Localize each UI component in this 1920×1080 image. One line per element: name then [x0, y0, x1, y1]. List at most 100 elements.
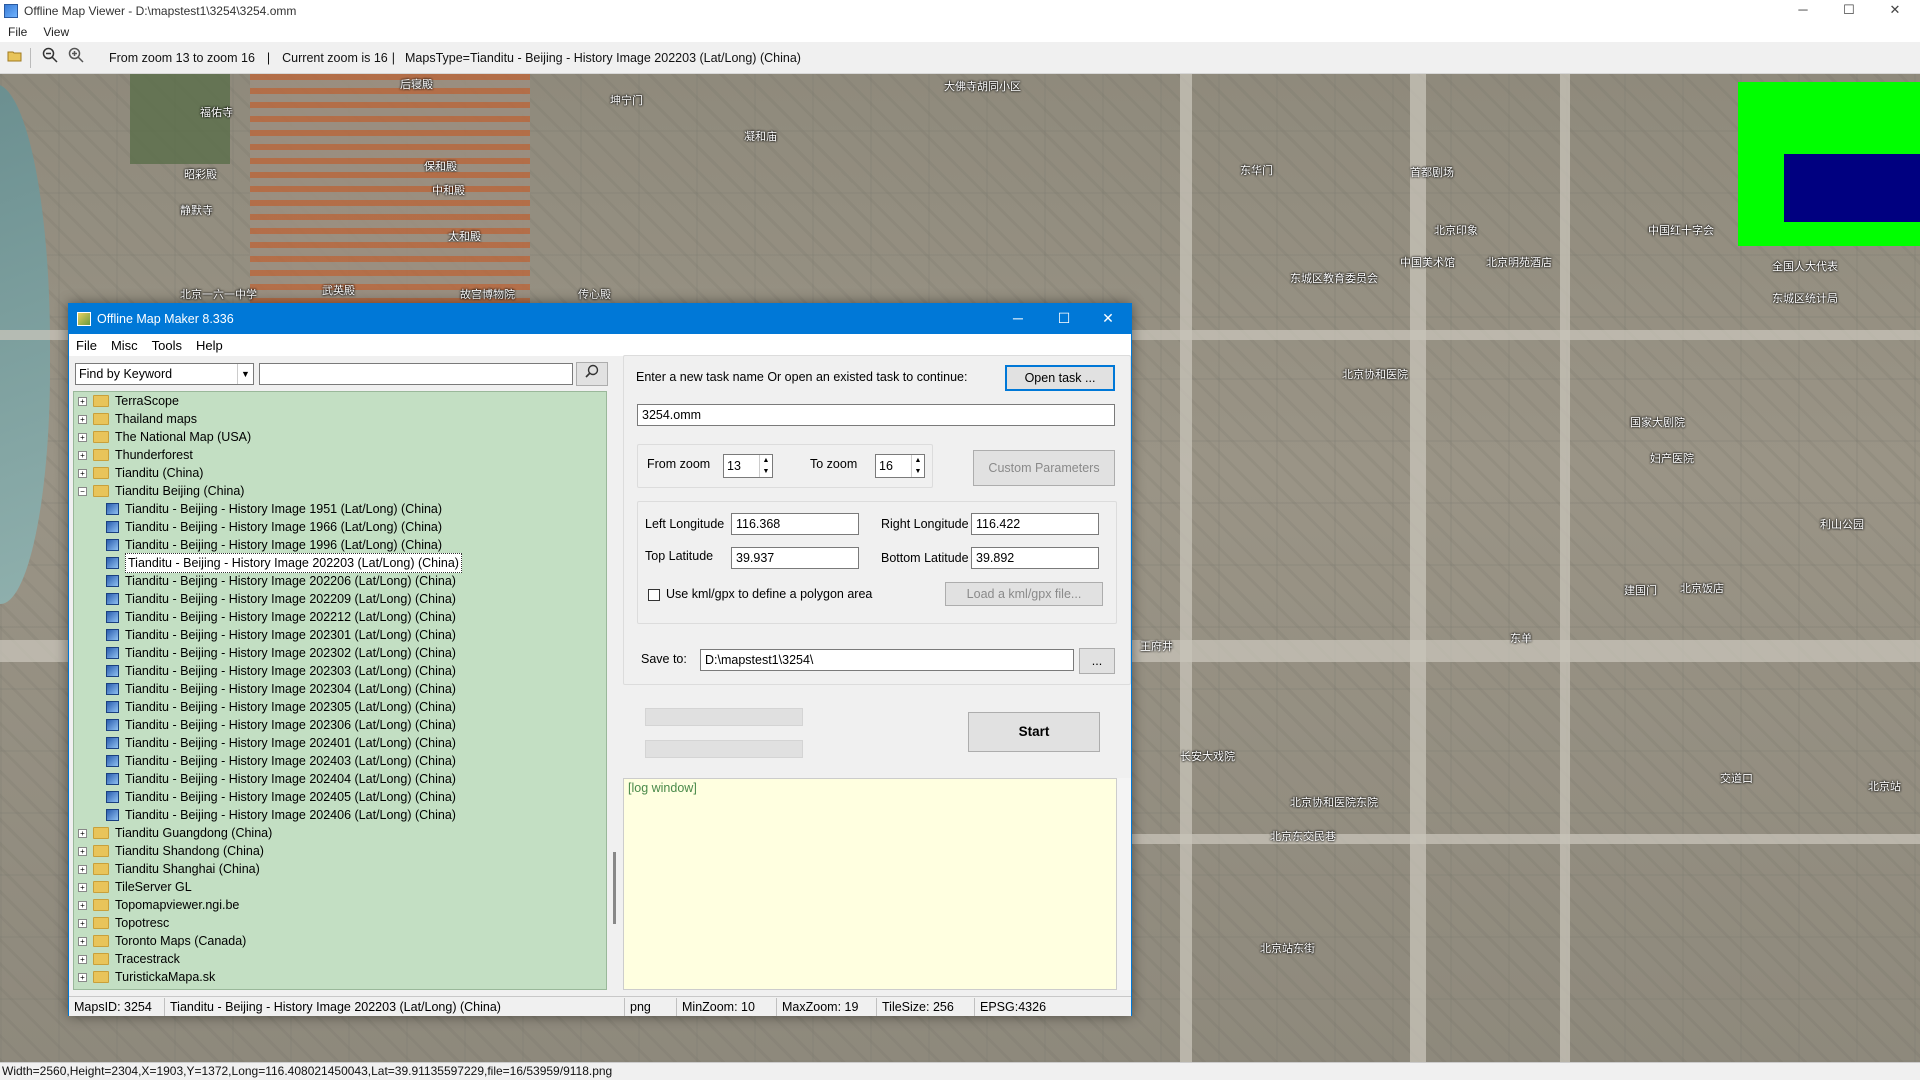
tree-map-item[interactable]: Tianditu - Beijing - History Image 20230…	[106, 662, 456, 680]
right-longitude-input[interactable]: 116.422	[971, 513, 1099, 535]
zoom-in-icon[interactable]	[65, 47, 87, 69]
folder-icon	[93, 881, 109, 893]
maker-menu-tools[interactable]: Tools	[145, 338, 189, 353]
maker-menu-help[interactable]: Help	[189, 338, 230, 353]
expand-icon[interactable]: +	[78, 900, 87, 910]
tree-map-item[interactable]: Tianditu - Beijing - History Image 20220…	[106, 572, 456, 590]
search-input[interactable]	[259, 363, 573, 385]
log-window[interactable]: [log window]	[623, 778, 1117, 990]
save-to-label: Save to:	[641, 652, 687, 666]
expand-icon[interactable]: +	[78, 432, 87, 442]
tree-folder-item[interactable]: + Topomapviewer.ngi.be	[78, 896, 239, 914]
expand-icon[interactable]: +	[78, 954, 87, 964]
tree-folder-item[interactable]: + Toronto Maps (Canada)	[78, 932, 246, 950]
load-kml-button[interactable]: Load a kml/gpx file...	[945, 582, 1103, 606]
tree-map-item[interactable]: Tianditu - Beijing - History Image 20230…	[106, 626, 456, 644]
map-icon	[106, 791, 119, 803]
tree-map-item[interactable]: Tianditu - Beijing - History Image 1996 …	[106, 536, 442, 554]
tree-map-item[interactable]: Tianditu - Beijing - History Image 20240…	[106, 752, 456, 770]
folder-icon	[93, 395, 109, 407]
tree-folder-item[interactable]: + Tianditu Guangdong (China)	[78, 824, 272, 842]
tree-folder-item[interactable]: + TerraScope	[78, 392, 179, 410]
expand-icon[interactable]: +	[78, 468, 87, 478]
tree-folder-item[interactable]: + Topotresc	[78, 914, 169, 932]
tree-map-item[interactable]: Tianditu - Beijing - History Image 20240…	[106, 734, 456, 752]
left-longitude-input[interactable]: 116.368	[731, 513, 859, 535]
start-button[interactable]: Start	[968, 712, 1100, 752]
spin-arrows-icon[interactable]: ▲ ▼	[911, 455, 924, 477]
tree-map-item[interactable]: Tianditu - Beijing - History Image 20240…	[106, 788, 456, 806]
folder-icon	[93, 467, 109, 479]
maximize-button[interactable]: ☐	[1826, 0, 1872, 22]
map-label: 昭彩殿	[184, 169, 217, 181]
tree-folder-item[interactable]: + TileServer GL	[78, 878, 192, 896]
expand-icon[interactable]: +	[78, 828, 87, 838]
tree-folder-item[interactable]: + Thailand maps	[78, 410, 197, 428]
tree-folder-item[interactable]: + Thunderforest	[78, 446, 193, 464]
tree-folder-item[interactable]: − Tianditu Beijing (China)	[78, 482, 244, 500]
tree-item-label: TileServer GL	[115, 880, 192, 894]
map-label: 王府井	[1140, 641, 1173, 653]
tree-map-item[interactable]: Tianditu - Beijing - History Image 20221…	[106, 608, 456, 626]
zoom-out-icon[interactable]	[39, 47, 61, 69]
tree-folder-item[interactable]: + The National Map (USA)	[78, 428, 251, 446]
tree-map-item[interactable]: Tianditu - Beijing - History Image 20230…	[106, 680, 456, 698]
folder-icon	[93, 971, 109, 983]
maker-minimize-button[interactable]: ─	[995, 304, 1041, 334]
tree-folder-item[interactable]: + Tianditu Shanghai (China)	[78, 860, 260, 878]
expand-icon[interactable]: +	[78, 918, 87, 928]
tree-map-item[interactable]: Tianditu - Beijing - History Image 1951 …	[106, 500, 442, 518]
custom-parameters-button[interactable]: Custom Parameters	[973, 450, 1115, 486]
log-scrollbar[interactable]	[1117, 778, 1131, 990]
close-button[interactable]: ✕	[1872, 0, 1918, 22]
tree-folder-item[interactable]: + Tianditu (China)	[78, 464, 203, 482]
expand-icon[interactable]: +	[78, 936, 87, 946]
tree-folder-item[interactable]: + Tianditu Shandong (China)	[78, 842, 264, 860]
bottom-latitude-input[interactable]: 39.892	[971, 547, 1099, 569]
expand-icon[interactable]: +	[78, 414, 87, 424]
tree-map-item[interactable]: Tianditu - Beijing - History Image 20240…	[106, 806, 456, 824]
search-mode-select[interactable]: Find by Keyword ▼	[75, 363, 254, 385]
kml-polygon-checkbox[interactable]	[648, 589, 660, 601]
search-button[interactable]	[576, 362, 608, 386]
expand-icon[interactable]: +	[78, 864, 87, 874]
tree-map-item[interactable]: Tianditu - Beijing - History Image 20230…	[106, 716, 456, 734]
open-folder-icon[interactable]	[4, 47, 26, 69]
tree-map-item[interactable]: Tianditu - Beijing - History Image 1966 …	[106, 518, 442, 536]
tree-map-item[interactable]: Tianditu - Beijing - History Image 20240…	[106, 770, 456, 788]
spin-arrows-icon[interactable]: ▲ ▼	[759, 455, 772, 477]
zoom-range-info: From zoom 13 to zoom 16	[109, 50, 255, 65]
minimize-button[interactable]: ─	[1780, 0, 1826, 22]
top-latitude-input[interactable]: 39.937	[731, 547, 859, 569]
tree-scroll-thumb[interactable]	[613, 852, 616, 924]
tree-map-item[interactable]: Tianditu - Beijing - History Image 20230…	[106, 644, 456, 662]
map-label: 长安大戏院	[1180, 751, 1235, 763]
task-name-input[interactable]: 3254.omm	[637, 404, 1115, 426]
tree-map-item[interactable]: Tianditu - Beijing - History Image 20220…	[106, 590, 456, 608]
collapse-icon[interactable]: −	[78, 486, 87, 496]
menu-file[interactable]: File	[0, 25, 35, 39]
tree-folder-item[interactable]: + Tracestrack	[78, 950, 180, 968]
open-task-button[interactable]: Open task ...	[1005, 365, 1115, 391]
expand-icon[interactable]: +	[78, 450, 87, 460]
tree-map-item[interactable]: Tianditu - Beijing - History Image 20230…	[106, 698, 456, 716]
chevron-down-icon: ▼	[237, 364, 253, 384]
expand-icon[interactable]: +	[78, 846, 87, 856]
tree-map-item[interactable]: Tianditu - Beijing - History Image 20220…	[106, 553, 462, 573]
maker-menu-file[interactable]: File	[69, 338, 104, 353]
save-to-input[interactable]: D:\mapstest1\3254\	[700, 649, 1074, 671]
browse-button[interactable]: ...	[1079, 648, 1115, 674]
tree-item-label: Tianditu - Beijing - History Image 20230…	[125, 682, 456, 696]
expand-icon[interactable]: +	[78, 396, 87, 406]
menu-view[interactable]: View	[35, 25, 77, 39]
maker-close-button[interactable]: ✕	[1085, 304, 1131, 334]
from-zoom-stepper[interactable]: 13 ▲ ▼	[723, 454, 773, 478]
expand-icon[interactable]: +	[78, 972, 87, 982]
folder-icon	[93, 449, 109, 461]
to-zoom-stepper[interactable]: 16 ▲ ▼	[875, 454, 925, 478]
expand-icon[interactable]: +	[78, 882, 87, 892]
maker-menu-misc[interactable]: Misc	[104, 338, 145, 353]
maker-maximize-button[interactable]: ☐	[1041, 304, 1087, 334]
tree-folder-item[interactable]: + TuristickaMapa.sk	[78, 968, 215, 986]
map-type-tree[interactable]: + TerraScope + Thailand maps + The National M…	[73, 391, 607, 990]
